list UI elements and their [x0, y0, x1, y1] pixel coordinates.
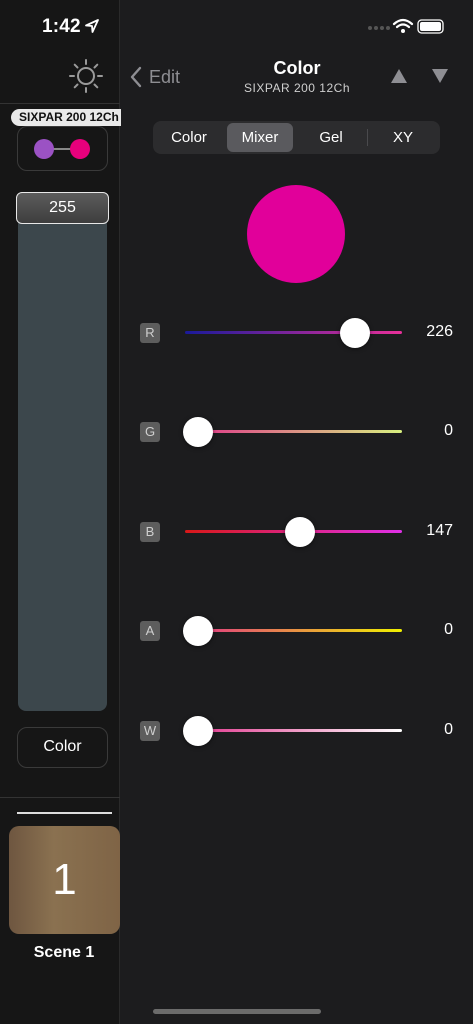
tab-gel[interactable]: Gel — [297, 123, 365, 152]
page-subtitle: SIXPAR 200 12Ch — [243, 81, 350, 95]
tab-color[interactable]: Color — [155, 123, 223, 152]
battery-icon — [417, 19, 444, 34]
slider-thumb[interactable] — [183, 716, 213, 746]
color-editor-panel: Edit Color SIXPAR 200 12Ch Color Mixer G… — [121, 0, 473, 1024]
slider-value: 0 — [444, 721, 453, 738]
next-arrow-icon[interactable] — [430, 67, 450, 85]
slider-row-blue: B 147 — [121, 512, 473, 552]
color-button[interactable]: Color — [17, 727, 108, 768]
tab-mixer[interactable]: Mixer — [227, 123, 293, 152]
home-indicator — [153, 1009, 321, 1014]
slider-track[interactable] — [185, 430, 402, 433]
color-preview-swatch — [247, 185, 345, 283]
color-mode-tabs: Color Mixer Gel XY — [153, 121, 440, 154]
slider-thumb[interactable] — [285, 517, 316, 547]
scene-tile[interactable]: 1 — [9, 826, 120, 934]
fixture-name-tag[interactable]: SIXPAR 200 12Ch — [11, 109, 131, 126]
brightness-sun-icon[interactable] — [68, 58, 104, 94]
slider-value: 0 — [444, 422, 453, 439]
slider-value: 147 — [426, 522, 453, 539]
intensity-fader-handle[interactable]: 255 — [16, 192, 109, 224]
slider-row-green: G 0 — [121, 412, 473, 452]
fixture-sidebar: 1:42 SIXPAR 200 12Ch 255 Color 1 Scene 1 — [0, 0, 131, 1024]
color-dot-2 — [70, 139, 90, 159]
channel-badge: A — [140, 621, 160, 641]
scene-label: Scene 1 — [33, 944, 95, 961]
slider-track[interactable] — [185, 629, 402, 632]
color-dot-1 — [34, 139, 54, 159]
page-title: Color — [273, 58, 321, 78]
slider-value: 226 — [426, 323, 453, 340]
channel-badge: W — [140, 721, 160, 741]
channel-badge: R — [140, 323, 160, 343]
channel-badge: B — [140, 522, 160, 542]
divider — [0, 103, 120, 104]
status-time: 1:42 — [42, 16, 81, 37]
slider-row-red: R 226 — [121, 313, 473, 353]
fixture-color-dots[interactable] — [17, 126, 108, 171]
intensity-fader-track[interactable] — [18, 192, 107, 711]
status-indicators — [368, 18, 444, 34]
cellular-icon — [368, 26, 390, 30]
slider-row-amber: A 0 — [121, 611, 473, 651]
tab-divider — [367, 129, 368, 146]
slider-thumb[interactable] — [183, 616, 213, 646]
previous-arrow-icon[interactable] — [389, 67, 409, 85]
slider-value: 0 — [444, 621, 453, 638]
slider-track[interactable] — [185, 729, 402, 732]
scene-indicator-bar — [17, 812, 112, 814]
location-arrow-icon — [85, 19, 99, 33]
wifi-icon — [392, 18, 414, 29]
tab-xy[interactable]: XY — [369, 123, 437, 152]
slider-thumb[interactable] — [183, 417, 213, 447]
divider — [0, 797, 120, 798]
slider-row-white: W 0 — [121, 711, 473, 751]
channel-badge: G — [140, 422, 160, 442]
slider-thumb[interactable] — [339, 318, 370, 348]
